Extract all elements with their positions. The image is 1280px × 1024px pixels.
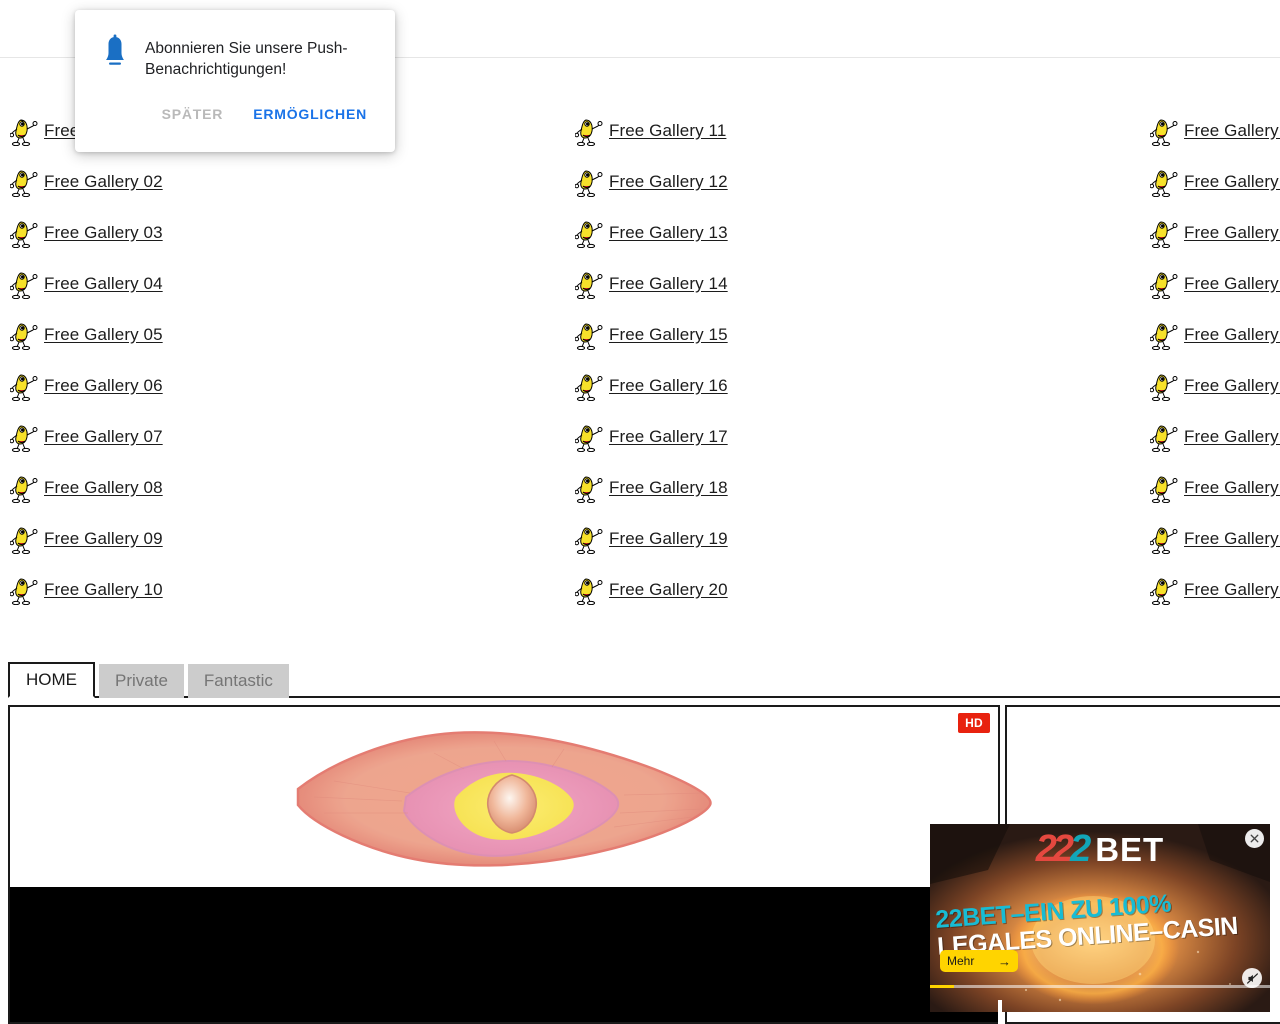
push-message: Abonnieren Sie unsere Push-Benachrichtig… (145, 40, 348, 78)
gallery-link[interactable]: Free Gallery 23 (1184, 223, 1280, 243)
media-area[interactable]: HD (10, 707, 998, 887)
gallery-link[interactable]: Free Gallery 27 (1184, 427, 1280, 447)
hd-badge: HD (958, 713, 990, 733)
ad-brand-digit-red: 22 (1035, 828, 1074, 870)
gallery-link[interactable]: Free Gallery 21 (1184, 121, 1280, 141)
tab-label: Private (115, 671, 168, 690)
gallery-link[interactable]: Free Gallery 22 (1184, 172, 1280, 192)
gallery-link[interactable]: Free Gallery 25 (1184, 325, 1280, 345)
tab-private[interactable]: Private (99, 664, 184, 698)
tab-label: Fantastic (203, 671, 273, 690)
page-root: Free Gallery 01 Free Gallery 02 Free Gal… (0, 0, 1280, 1024)
panel-seam (998, 1000, 1002, 1024)
tab-label: HOME (26, 670, 77, 689)
ad-brand-digit-teal: 2 (1070, 828, 1091, 870)
gallery-link-grid: Free Gallery 01 Free Gallery 02 Free Gal… (0, 105, 1280, 615)
main-content-panel: HD (8, 705, 1000, 1024)
tab-home[interactable]: HOME (8, 662, 95, 698)
ad-brand-name: BET (1095, 830, 1165, 868)
allow-button[interactable]: ERMÖGLICHEN (249, 100, 371, 128)
ad-progress-bar (930, 985, 1270, 988)
muted-speaker-icon[interactable] (1242, 968, 1262, 988)
dancing-banana-icon (1150, 371, 1178, 401)
arrow-right-icon: → (998, 953, 1011, 969)
ad-progress-fill (930, 985, 954, 988)
gallery-column-3: Free Gallery 21 Free Gallery 22 Free Gal… (5, 105, 1280, 615)
tab-fantastic[interactable]: Fantastic (187, 664, 289, 698)
push-notification-dialog: Abonnieren Sie unsere Push-Benachrichtig… (75, 10, 395, 152)
tab-bar: HOME Private Fantastic (8, 662, 1280, 698)
gallery-link[interactable]: Free Gallery 28 (1184, 478, 1280, 498)
dancing-banana-icon (1150, 320, 1178, 350)
dancing-banana-icon (1150, 167, 1178, 197)
abstract-pencil-drawing (10, 707, 998, 887)
push-dialog-actions: SPÄTER ERMÖGLICHEN (91, 100, 379, 128)
later-button[interactable]: SPÄTER (158, 100, 228, 128)
dancing-banana-icon (1150, 422, 1178, 452)
ad-brand-logo: 22 2 BET (1036, 830, 1164, 868)
ad-overlay[interactable]: 22 2 BET 22BET–EIN ZU 100% LEGALES ONLIN… (930, 824, 1270, 1012)
ad-cta-label: Mehr (947, 954, 975, 968)
panel-dark-region (10, 887, 998, 1022)
close-icon[interactable] (1245, 829, 1264, 848)
dancing-banana-icon (1150, 269, 1178, 299)
gallery-link[interactable]: Free Gallery 26 (1184, 376, 1280, 396)
dancing-banana-icon (1150, 116, 1178, 146)
ad-cta-button[interactable]: Mehr → (940, 950, 1018, 972)
gallery-link[interactable]: Free Gallery 30 (1184, 580, 1280, 600)
dancing-banana-icon (1150, 524, 1178, 554)
dancing-banana-icon (1150, 218, 1178, 248)
dancing-banana-icon (1150, 575, 1178, 605)
gallery-link[interactable]: Free Gallery 24 (1184, 274, 1280, 294)
gallery-link[interactable]: Free Gallery 29 (1184, 529, 1280, 549)
push-dialog-body: Abonnieren Sie unsere Push-Benachrichtig… (91, 26, 379, 80)
bell-icon (99, 34, 131, 70)
dancing-banana-icon (1150, 473, 1178, 503)
